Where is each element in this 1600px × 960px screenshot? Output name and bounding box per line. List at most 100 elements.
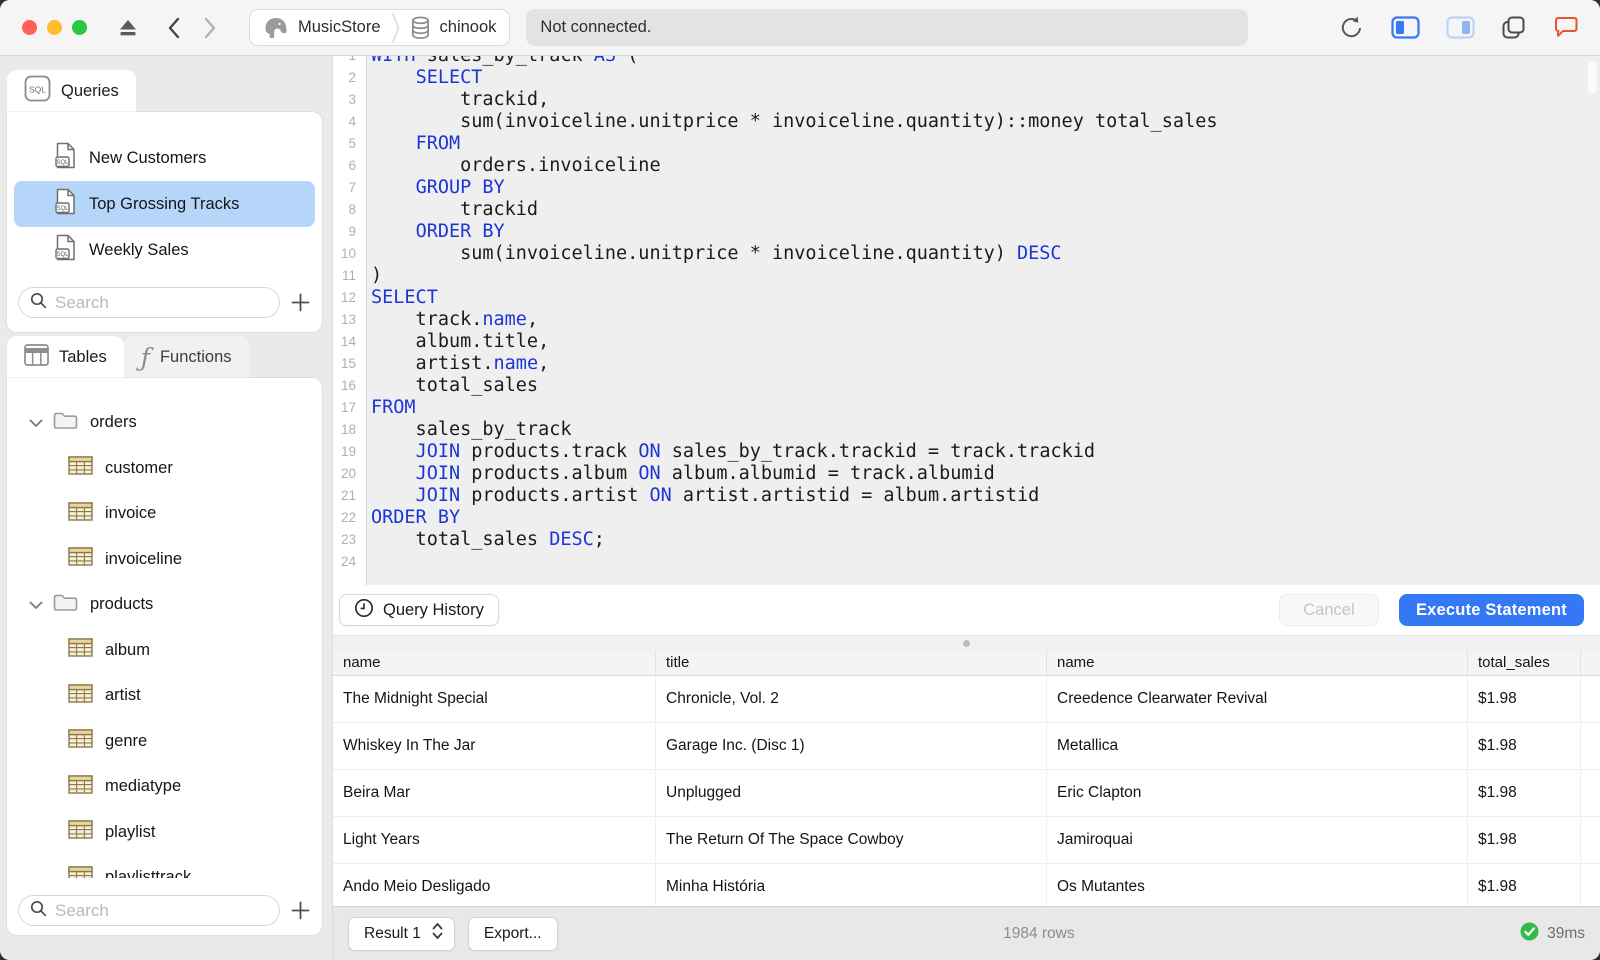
code-line[interactable]: total_sales DESC; <box>371 529 1600 551</box>
table-cell[interactable] <box>1581 676 1600 722</box>
code-line[interactable]: SELECT <box>371 67 1600 89</box>
table-cell[interactable]: Jamiroquai <box>1047 817 1468 863</box>
column-header-name[interactable]: name <box>333 650 656 675</box>
table-cell[interactable]: Beira Mar <box>333 770 656 816</box>
code-line[interactable]: album.title, <box>371 331 1600 353</box>
table-row[interactable]: Ando Meio Desligado Minha História Os Muta… <box>333 864 1600 906</box>
tree-item-playlisttrack[interactable]: playlisttrack <box>7 855 322 878</box>
table-cell[interactable]: Whiskey In The Jar <box>333 723 656 769</box>
tree-item-products[interactable]: products <box>7 582 322 628</box>
query-item-new-customers[interactable]: SQL New Customers <box>14 135 315 181</box>
add-table-button[interactable] <box>287 897 314 924</box>
column-header-name[interactable]: name <box>1047 650 1468 675</box>
table-cell[interactable]: The Return Of The Space Cowboy <box>656 817 1047 863</box>
close-window-button[interactable] <box>22 20 37 35</box>
breadcrumb-server[interactable]: MusicStore <box>298 18 381 37</box>
column-header-title[interactable]: title <box>656 650 1047 675</box>
code-line[interactable]: artist.name, <box>371 353 1600 375</box>
code-line[interactable] <box>371 551 1600 573</box>
table-cell[interactable]: Chronicle, Vol. 2 <box>656 676 1047 722</box>
queries-search[interactable] <box>18 287 280 318</box>
tables-search[interactable] <box>18 895 280 926</box>
code-line[interactable]: FROM <box>371 133 1600 155</box>
tree-item-mediatype[interactable]: mediatype <box>7 764 322 810</box>
table-cell[interactable]: $1.98 <box>1468 864 1581 906</box>
result-selector[interactable]: Result 1 <box>348 916 455 951</box>
query-item-top-grossing-tracks[interactable]: SQL Top Grossing Tracks <box>14 181 315 227</box>
tree-item-genre[interactable]: genre <box>7 719 322 765</box>
table-cell[interactable]: Os Mutantes <box>1047 864 1468 906</box>
table-cell[interactable]: $1.98 <box>1468 723 1581 769</box>
queries-search-input[interactable] <box>55 292 268 313</box>
code-line[interactable]: track.name, <box>371 309 1600 331</box>
table-row[interactable]: Light Years The Return Of The Space Cowbo… <box>333 817 1600 864</box>
code-line[interactable]: FROM <box>371 397 1600 419</box>
table-cell[interactable]: $1.98 <box>1468 770 1581 816</box>
code-line[interactable]: WITH sales_by_track AS ( <box>371 56 1600 67</box>
pane-splitter[interactable] <box>333 635 1600 650</box>
table-row[interactable]: Beira Mar Unplugged Eric Clapton $1.98 <box>333 770 1600 817</box>
windows-copy-icon[interactable] <box>1501 15 1526 40</box>
code-line[interactable]: ) <box>371 265 1600 287</box>
table-cell[interactable]: Minha História <box>656 864 1047 906</box>
reload-icon[interactable] <box>1338 14 1365 41</box>
tree-item-invoiceline[interactable]: invoiceline <box>7 537 322 583</box>
feedback-bubble-icon[interactable] <box>1552 15 1580 40</box>
tab-functions[interactable]: ƒ Functions <box>123 336 249 378</box>
chevron-down-icon[interactable] <box>28 418 44 428</box>
editor-scrollbar-thumb[interactable] <box>1588 61 1597 94</box>
table-cell[interactable]: $1.98 <box>1468 817 1581 863</box>
table-cell[interactable]: Ando Meio Desligado <box>333 864 656 906</box>
code-line[interactable]: trackid <box>371 199 1600 221</box>
tree-item-orders[interactable]: orders <box>7 400 322 446</box>
tree-item-customer[interactable]: customer <box>7 446 322 492</box>
tab-queries[interactable]: SQL Queries <box>7 70 136 112</box>
code-line[interactable]: ORDER BY <box>371 221 1600 243</box>
minimize-window-button[interactable] <box>47 20 62 35</box>
code-line[interactable]: sum(invoiceline.unitprice * invoiceline.… <box>371 111 1600 133</box>
table-cell[interactable]: Garage Inc. (Disc 1) <box>656 723 1047 769</box>
code-line[interactable]: trackid, <box>371 89 1600 111</box>
table-cell[interactable]: Light Years <box>333 817 656 863</box>
code-line[interactable]: sum(invoiceline.unitprice * invoiceline.… <box>371 243 1600 265</box>
table-row[interactable]: The Midnight Special Chronicle, Vol. 2 Cre… <box>333 676 1600 723</box>
table-cell[interactable] <box>1581 817 1600 863</box>
back-button[interactable] <box>167 16 181 40</box>
code-line[interactable]: SELECT <box>371 287 1600 309</box>
toggle-right-sidebar-icon[interactable] <box>1446 16 1475 39</box>
code-line[interactable]: orders.invoiceline <box>371 155 1600 177</box>
table-cell[interactable] <box>1581 770 1600 816</box>
code-line[interactable]: GROUP BY <box>371 177 1600 199</box>
code-line[interactable]: total_sales <box>371 375 1600 397</box>
tree-item-artist[interactable]: artist <box>7 673 322 719</box>
table-cell[interactable]: The Midnight Special <box>333 676 656 722</box>
table-cell[interactable]: Unplugged <box>656 770 1047 816</box>
eject-disconnect-icon[interactable] <box>117 17 139 38</box>
export-button[interactable]: Export... <box>467 916 558 951</box>
table-cell[interactable]: Creedence Clearwater Revival <box>1047 676 1468 722</box>
toggle-left-sidebar-icon[interactable] <box>1391 16 1420 39</box>
code-line[interactable]: JOIN products.track ON sales_by_track.tr… <box>371 441 1600 463</box>
column-header-total-sales[interactable]: total_sales <box>1468 650 1581 675</box>
forward-button[interactable] <box>203 16 217 40</box>
table-cell[interactable]: $1.98 <box>1468 676 1581 722</box>
query-item-weekly-sales[interactable]: SQL Weekly Sales <box>14 227 315 273</box>
tree-item-album[interactable]: album <box>7 628 322 674</box>
add-query-button[interactable] <box>287 289 314 316</box>
table-cell[interactable] <box>1581 723 1600 769</box>
table-row[interactable]: Whiskey In The Jar Garage Inc. (Disc 1) Me… <box>333 723 1600 770</box>
sql-editor[interactable]: 123456789101112131415161718192021222324 … <box>333 56 1600 585</box>
tab-tables[interactable]: Tables <box>7 336 124 378</box>
code-line[interactable]: ORDER BY <box>371 507 1600 529</box>
zoom-window-button[interactable] <box>72 20 87 35</box>
tree-item-invoice[interactable]: invoice <box>7 491 322 537</box>
tables-search-input[interactable] <box>55 900 268 921</box>
chevron-down-icon[interactable] <box>28 600 44 610</box>
table-cell[interactable]: Eric Clapton <box>1047 770 1468 816</box>
code-line[interactable]: sales_by_track <box>371 419 1600 441</box>
tree-item-playlist[interactable]: playlist <box>7 810 322 856</box>
cancel-button[interactable]: Cancel <box>1278 594 1379 626</box>
sql-code[interactable]: WITH sales_by_track AS ( SELECT trackid,… <box>367 56 1600 573</box>
execute-statement-button[interactable]: Execute Statement <box>1398 594 1584 626</box>
code-line[interactable]: JOIN products.artist ON artist.artistid … <box>371 485 1600 507</box>
